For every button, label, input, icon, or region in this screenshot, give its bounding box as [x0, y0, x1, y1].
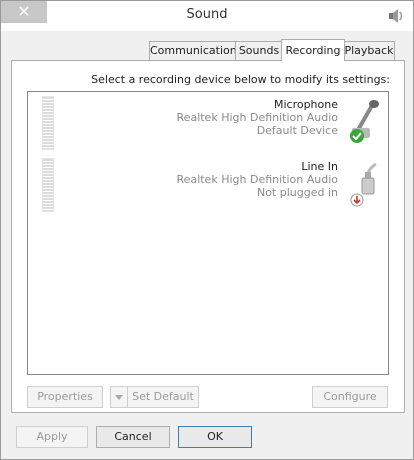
list-item-microphone[interactable]: Microphone Realtek High Definition Audio… [28, 92, 388, 152]
list-item-line-in[interactable]: Line In Realtek High Definition Audio No… [28, 154, 388, 214]
set-default-dropdown[interactable] [110, 386, 128, 408]
recording-panel: Select a recording device below to modif… [11, 60, 405, 413]
tab-recording[interactable]: Recording [281, 39, 345, 61]
window-title: Sound [186, 7, 228, 22]
device-driver: Realtek High Definition Audio [176, 173, 338, 186]
device-info: Line In Realtek High Definition Audio No… [177, 160, 338, 199]
device-status: Default Device [256, 124, 338, 137]
tab-playback[interactable]: Playback [343, 41, 395, 60]
line-in-jack-icon [350, 162, 377, 207]
device-driver: Realtek High Definition Audio [176, 111, 338, 124]
device-name: Line In [301, 160, 338, 173]
tab-sounds[interactable]: Sounds [235, 41, 283, 60]
configure-button[interactable]: Configure [312, 386, 388, 408]
device-info: Microphone Realtek High Definition Audio… [177, 98, 338, 137]
tab-communications[interactable]: Communications [149, 41, 242, 60]
device-name: Microphone [273, 98, 338, 111]
set-default-button[interactable]: Set Default [127, 386, 199, 408]
title-bar: ✕ Sound [1, 1, 413, 31]
ok-button[interactable]: OK [178, 426, 252, 448]
properties-button[interactable]: Properties [27, 386, 103, 408]
sound-dialog: ✕ Sound Communications Sounds Recording … [0, 0, 414, 460]
microphone-icon [350, 100, 379, 143]
level-meter [42, 96, 54, 150]
apply-button[interactable]: Apply [16, 426, 88, 448]
device-status: Not plugged in [256, 186, 338, 199]
cancel-button[interactable]: Cancel [96, 426, 170, 448]
device-list[interactable]: Microphone Realtek High Definition Audio… [27, 91, 389, 375]
instruction-text: Select a recording device below to modif… [91, 73, 390, 86]
chevron-down-icon [115, 395, 123, 400]
check-icon [350, 129, 364, 143]
speaker-icon [389, 9, 403, 23]
level-meter [42, 158, 54, 212]
